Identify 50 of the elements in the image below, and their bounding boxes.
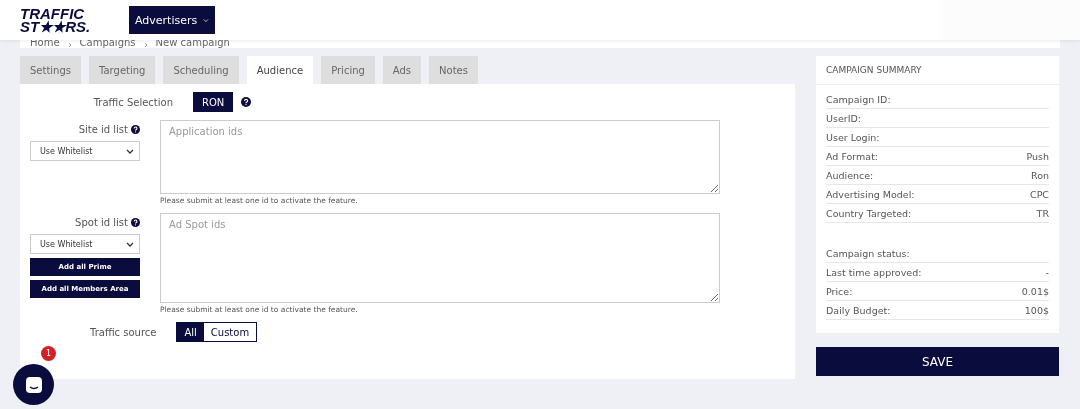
summary-label: Daily Budget:: [826, 304, 891, 316]
whitelist-select[interactable]: Use Whitelist: [30, 234, 140, 254]
summary-value: TR: [1036, 207, 1049, 219]
chevron-icon: [67, 42, 72, 48]
summary-label: UserID:: [826, 112, 861, 124]
tab[interactable]: Pricing: [321, 56, 375, 84]
summary-label: Campaign ID:: [826, 93, 891, 105]
advertisers-menu-button[interactable]: Advertisers: [129, 6, 215, 34]
summary-label: Last time approved:: [826, 266, 922, 278]
tab[interactable]: Settings: [20, 56, 81, 84]
tab[interactable]: Ads: [382, 56, 422, 84]
ids-textarea[interactable]: Application ids: [160, 120, 720, 194]
field-label: Spot id list: [75, 217, 128, 228]
chevron-icon: [143, 42, 148, 48]
ids-textarea[interactable]: Ad Spot ids: [160, 213, 720, 303]
source-option[interactable]: All: [177, 323, 204, 341]
chat-icon: [23, 374, 44, 395]
tab[interactable]: Scheduling: [163, 56, 239, 84]
summary-value: -: [1045, 266, 1049, 278]
tab[interactable]: Notes: [429, 56, 478, 84]
summary-label: Audience:: [826, 169, 874, 181]
summary-value: Push: [1026, 150, 1049, 162]
save-button[interactable]: SAVE: [816, 347, 1059, 376]
whitelist-select[interactable]: Use Whitelist: [30, 141, 140, 161]
caret-icon: [203, 17, 209, 23]
help-icon[interactable]: [131, 125, 140, 134]
ron-button[interactable]: RON: [193, 92, 234, 112]
field-label: Traffic Selection: [92, 96, 173, 108]
summary-label: Price:: [826, 285, 853, 297]
summary-label: Campaign status:: [826, 247, 910, 259]
summary-value: 100$: [1024, 304, 1049, 316]
summary-label: Ad Format:: [826, 150, 879, 162]
logo[interactable]: TRAFFIC ST★★RS.: [20, 7, 100, 33]
help-icon[interactable]: [241, 97, 252, 107]
tab[interactable]: Targeting: [89, 56, 156, 84]
summary-label: Advertising Model:: [826, 188, 915, 200]
chevron-icon: [126, 148, 134, 154]
field-label: Site id list: [78, 124, 128, 135]
summary-value: CPC: [1030, 188, 1049, 200]
summary-title: CAMPAIGN SUMMARY: [816, 56, 1059, 85]
chat-button[interactable]: [13, 364, 54, 405]
chevron-icon: [126, 241, 134, 247]
breadcrumb-link[interactable]: Campaigns: [79, 38, 136, 48]
summary-value: Ron: [1031, 169, 1049, 181]
summary-label: User Login:: [826, 131, 880, 143]
help-icon[interactable]: [131, 218, 140, 227]
tab[interactable]: Audience: [246, 56, 314, 84]
summary-label: Country Targeted:: [826, 207, 912, 219]
summary-value: 0.01$: [1021, 285, 1049, 297]
field-label: Traffic source: [90, 326, 157, 338]
